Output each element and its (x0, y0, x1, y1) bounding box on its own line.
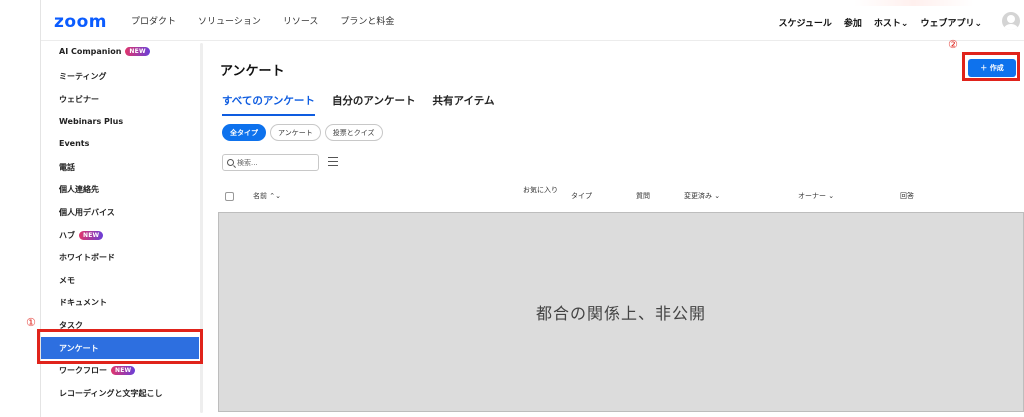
column-type[interactable]: タイプ (571, 191, 592, 201)
search-icon (227, 159, 234, 166)
sidebar-item-label: ハブ (59, 231, 75, 240)
sidebar-item-webinars-plus[interactable]: Webinars Plus (59, 117, 123, 126)
user-menu: スケジュール 参加 ホスト⌄ ウェブアプリ⌄ (767, 16, 982, 29)
sidebar-item-label: 個人連絡先 (59, 185, 99, 194)
sidebar-item-events[interactable]: Events (59, 139, 89, 148)
sidebar-item-label: Events (59, 139, 90, 148)
nav-products[interactable]: プロダクト (131, 14, 176, 27)
sidebar-item-label: メモ (59, 276, 75, 285)
left-rail (0, 0, 41, 417)
sidebar-item-label: AI Companion (59, 47, 122, 56)
redacted-content-area: 都合の関係上、非公開 (218, 212, 1024, 412)
main-content: アンケート ＋ 作成 すべてのアンケート 自分のアンケート 共有アイテム 全タイ… (201, 41, 1024, 417)
nav-join[interactable]: 参加 (844, 16, 862, 29)
nav-web-app[interactable]: ウェブアプリ⌄ (920, 16, 982, 29)
main-menu: プロダクト ソリューション リソース プランと料金 (131, 14, 416, 27)
select-all-checkbox[interactable] (225, 192, 234, 201)
sidebar-item-phone[interactable]: 電話 (59, 162, 75, 173)
sidebar-item-label: ホワイトボード (59, 253, 115, 262)
tab-shared-items[interactable]: 共有アイテム (433, 93, 495, 116)
column-name[interactable]: 名前 ⌃⌄ (253, 191, 281, 201)
search-input[interactable] (237, 158, 317, 167)
nav-solutions[interactable]: ソリューション (198, 14, 261, 27)
sidebar-item-label: 個人用デバイス (59, 208, 115, 217)
search-box[interactable] (222, 154, 319, 171)
annotation-marker-2: ② (948, 38, 958, 51)
annotation-highlight-surveys (37, 329, 203, 364)
sidebar-item-devices[interactable]: 個人用デバイス (59, 207, 115, 218)
column-owner[interactable]: オーナー ⌄ (798, 191, 834, 201)
sidebar-item-ai-companion[interactable]: AI Companion NEW (59, 47, 150, 56)
nav-resources[interactable]: リソース (283, 14, 319, 27)
sidebar-item-meetings[interactable]: ミーティング (59, 71, 107, 82)
sidebar-item-label: ミーティング (59, 72, 107, 81)
column-favorite[interactable]: お気に入り (523, 184, 563, 196)
avatar[interactable] (1002, 12, 1020, 30)
nav-host[interactable]: ホスト⌄ (874, 16, 909, 29)
sidebar-item-webinars[interactable]: ウェビナー (59, 94, 99, 105)
page-title: アンケート (220, 64, 285, 79)
filter-surveys[interactable]: アンケート (270, 124, 321, 141)
filter-polls-quizzes[interactable]: 投票とクイズ (324, 124, 383, 141)
sidebar-item-docs[interactable]: ドキュメント (59, 297, 107, 308)
tabs: すべてのアンケート 自分のアンケート 共有アイテム (222, 93, 511, 116)
sidebar-item-label: レコーディングと文字起こし (59, 389, 163, 398)
column-modified[interactable]: 変更済み ⌄ (684, 191, 720, 201)
new-badge: NEW (79, 231, 104, 240)
tab-all-surveys[interactable]: すべてのアンケート (222, 93, 315, 116)
sidebar-item-label: Webinars Plus (59, 117, 124, 126)
top-navigation: zoom プロダクト ソリューション リソース プランと料金 スケジュール 参加… (41, 0, 1024, 41)
nav-pricing[interactable]: プランと料金 (340, 14, 394, 27)
filter-all-types[interactable]: 全タイプ (222, 124, 266, 141)
column-questions[interactable]: 質問 (636, 191, 650, 201)
redacted-label: 都合の関係上、非公開 (535, 304, 706, 323)
sidebar-item-label: ウェビナー (59, 95, 99, 104)
table-header: 名前 ⌃⌄ お気に入り タイプ 質問 変更済み ⌄ オーナー ⌄ 回答 (218, 184, 1024, 212)
nav-schedule[interactable]: スケジュール (779, 16, 832, 29)
sidebar-item-recordings[interactable]: レコーディングと文字起こし (59, 388, 162, 399)
annotation-marker-1: ① (26, 316, 36, 329)
sidebar-item-workflows[interactable]: ワークフロー NEW (59, 365, 136, 376)
sidebar-item-label: ワークフロー (59, 366, 107, 375)
sidebar-item-label: ドキュメント (59, 298, 107, 307)
sidebar-item-label: 電話 (59, 163, 75, 172)
sidebar-item-notes[interactable]: メモ (59, 275, 75, 286)
type-filters: 全タイプ アンケート 投票とクイズ (222, 124, 387, 141)
filter-settings-icon[interactable] (328, 156, 338, 166)
zoom-logo[interactable]: zoom (54, 12, 107, 32)
tab-my-surveys[interactable]: 自分のアンケート (332, 93, 416, 116)
sidebar-item-whiteboard[interactable]: ホワイトボード (59, 252, 115, 263)
new-badge: NEW (111, 366, 136, 375)
new-badge: NEW (125, 47, 150, 56)
sidebar-item-hub[interactable]: ハブ NEW (59, 230, 104, 241)
column-responses[interactable]: 回答 (900, 191, 914, 201)
sidebar-item-contacts[interactable]: 個人連絡先 (59, 184, 99, 195)
annotation-highlight-create (962, 52, 1020, 81)
decorative-tint (854, 0, 974, 6)
